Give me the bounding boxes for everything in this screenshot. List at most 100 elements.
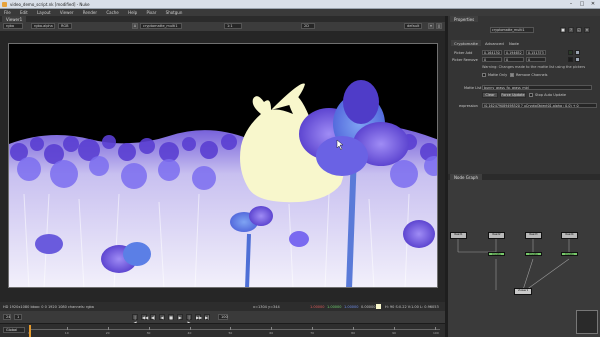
node-graph[interactable]: Read1 Read2 Read3 Read4 Crypto Crypto Cr… bbox=[448, 180, 600, 337]
last-frame-button[interactable]: ▶| bbox=[204, 314, 210, 320]
picker-remove-swatch[interactable] bbox=[568, 57, 573, 62]
force-update-button[interactable]: Force Update bbox=[500, 92, 526, 98]
timeline-tick-label: 100 bbox=[433, 331, 439, 335]
close-button[interactable]: ✕ bbox=[588, 1, 598, 7]
timeline-tick bbox=[435, 327, 436, 330]
app-icon bbox=[2, 2, 7, 7]
node-crypto3[interactable]: Crypto bbox=[561, 252, 578, 256]
menu-pixar[interactable]: Pixar bbox=[142, 9, 160, 15]
stop-auto-update-checkbox[interactable] bbox=[529, 93, 533, 97]
node-read3[interactable]: Read3 bbox=[525, 232, 542, 239]
timeline-tick bbox=[271, 327, 273, 330]
picker-remove-r[interactable]: 0 bbox=[482, 57, 502, 62]
lut-dropdown[interactable]: default bbox=[404, 23, 422, 29]
picker-remove-g[interactable]: 0 bbox=[504, 57, 524, 62]
matte-list-field[interactable]: bunny_grass_fg, grass_mid bbox=[482, 85, 592, 90]
node-crypto2[interactable]: Crypto bbox=[525, 252, 542, 256]
range-mode-dropdown[interactable]: Global bbox=[3, 327, 25, 333]
zoom-dropdown[interactable]: 1:1 bbox=[224, 23, 242, 29]
remove-channels-checkbox[interactable] bbox=[510, 73, 514, 77]
display-mode-dropdown[interactable]: RGB bbox=[58, 23, 72, 29]
stop-button[interactable]: ■ bbox=[168, 314, 174, 320]
transport-bar: 24 1 |◀ ◀◀ ◀| ◀ ■ ▶ |▶ ▶▶ ▶| 100 bbox=[0, 311, 445, 325]
proxy-dropdown[interactable]: 2D bbox=[301, 23, 315, 29]
fps-field[interactable]: 24 bbox=[3, 314, 11, 320]
matte-only-label: Matte Only bbox=[488, 73, 508, 77]
viewer-canvas[interactable] bbox=[8, 43, 438, 288]
timeline-tick-label: 70 bbox=[310, 331, 315, 335]
timeline-tick bbox=[189, 327, 191, 330]
tab-advanced[interactable]: Advanced bbox=[482, 40, 507, 46]
timeline-tick-label: 50 bbox=[228, 331, 233, 335]
pixel-alpha: 0.00000 bbox=[361, 305, 376, 309]
picker-add-g[interactable]: 0.194652 bbox=[504, 50, 524, 55]
maximize-button[interactable]: □ bbox=[577, 1, 587, 7]
node-read2[interactable]: Read2 bbox=[488, 232, 505, 239]
picker-remove-color-button[interactable] bbox=[575, 57, 580, 62]
stop-auto-update-label: Stop Auto Update bbox=[535, 93, 566, 97]
menu-cache[interactable]: Cache bbox=[102, 9, 122, 15]
picker-add-r[interactable]: 0.164130 bbox=[482, 50, 502, 55]
play-backward-button[interactable]: ◀ bbox=[159, 314, 165, 320]
viewer-info-bar: HD 1920x1080 bbox: 0 0 1920 1080 channel… bbox=[0, 302, 445, 311]
menu-viewer[interactable]: Viewer bbox=[56, 9, 78, 15]
frame-end-field[interactable]: 100 bbox=[218, 314, 228, 320]
node-graph-minimap[interactable] bbox=[576, 310, 598, 334]
render-image bbox=[9, 44, 437, 287]
node-name-field[interactable]: cryptomatte_multi1 bbox=[490, 27, 534, 33]
input-a-button[interactable]: A bbox=[132, 23, 138, 29]
timeline[interactable]: Global 1102030405060708090100 bbox=[0, 323, 445, 337]
picker-add-swatch[interactable] bbox=[568, 50, 573, 55]
node-read1[interactable]: Read1 bbox=[450, 232, 467, 239]
alpha-channel-dropdown[interactable]: rgba.alpha bbox=[31, 23, 55, 29]
float-panel-button[interactable]: ◱ bbox=[576, 27, 582, 33]
node-viewer1[interactable]: Viewer1 bbox=[514, 288, 532, 295]
frame-field[interactable]: 1 bbox=[14, 314, 22, 320]
menu-layout[interactable]: Layout bbox=[33, 9, 55, 15]
picker-add-b[interactable]: 0.151373 bbox=[526, 50, 546, 55]
next-keyframe-button[interactable]: ▶▶ bbox=[195, 314, 202, 320]
clear-button[interactable]: Clear bbox=[482, 92, 498, 98]
timeline-tick-label: 60 bbox=[269, 331, 274, 335]
tab-properties[interactable]: Properties bbox=[450, 16, 479, 22]
picker-add-color-button[interactable] bbox=[575, 50, 580, 55]
prev-keyframe-button[interactable]: ◀◀ bbox=[141, 314, 148, 320]
play-forward-button[interactable]: ▶ bbox=[177, 314, 183, 320]
expression-field[interactable]: (0.162479089498520 ? uCryptoObject01.alp… bbox=[482, 103, 597, 108]
tab-cryptomatte[interactable]: Cryptomatte bbox=[451, 40, 482, 46]
tab-node[interactable]: Node bbox=[506, 40, 522, 46]
menu-render[interactable]: Render bbox=[79, 9, 101, 15]
playhead[interactable] bbox=[29, 325, 31, 337]
prev-frame-button[interactable]: ◀| bbox=[150, 314, 156, 320]
node-color-button[interactable]: ■ bbox=[560, 27, 566, 33]
viewer-settings-button[interactable]: ▾ bbox=[428, 23, 434, 29]
minimize-button[interactable]: – bbox=[566, 1, 576, 7]
next-frame-button[interactable]: |▶ bbox=[186, 314, 192, 325]
input-node-dropdown[interactable]: cryptomatte_multi1 bbox=[140, 23, 182, 29]
matte-only-checkbox[interactable] bbox=[482, 73, 486, 77]
properties-panel: Properties cryptomatte_multi1 ■ ? ◱ ✕ Cr… bbox=[448, 16, 600, 174]
menu-file[interactable]: File bbox=[0, 9, 15, 15]
format-info: HD 1920x1080 bbox: 0 0 1920 1080 channel… bbox=[3, 305, 94, 309]
pixel-red: 1.00000 bbox=[310, 305, 325, 309]
channels-dropdown[interactable]: rgba bbox=[3, 23, 23, 29]
pixel-color-swatch bbox=[376, 304, 381, 309]
pixel-coords: x=1304 y=344 bbox=[253, 305, 280, 309]
menu-edit[interactable]: Edit bbox=[16, 9, 32, 15]
menu-help[interactable]: Help bbox=[124, 9, 141, 15]
node-crypto1[interactable]: Crypto bbox=[488, 252, 505, 256]
timeline-tick bbox=[230, 327, 232, 330]
timeline-tick bbox=[66, 327, 68, 330]
close-panel-button[interactable]: ✕ bbox=[584, 27, 590, 33]
viewer-pause-button[interactable]: ‖ bbox=[436, 23, 442, 29]
node-read4[interactable]: Read4 bbox=[561, 232, 578, 239]
picker-remove-b[interactable]: 0 bbox=[526, 57, 546, 62]
warning-text: Warning: Changes made to the matte list … bbox=[482, 65, 586, 69]
help-button[interactable]: ? bbox=[568, 27, 574, 33]
expression-label: expression bbox=[459, 104, 478, 108]
picker-remove-label: Picker Remove bbox=[452, 58, 478, 62]
first-frame-button[interactable]: |◀ bbox=[132, 314, 138, 325]
menu-shotgun[interactable]: Shotgun bbox=[162, 9, 187, 15]
timeline-tick-label: 20 bbox=[105, 331, 110, 335]
timeline-tick-label: 10 bbox=[64, 331, 69, 335]
